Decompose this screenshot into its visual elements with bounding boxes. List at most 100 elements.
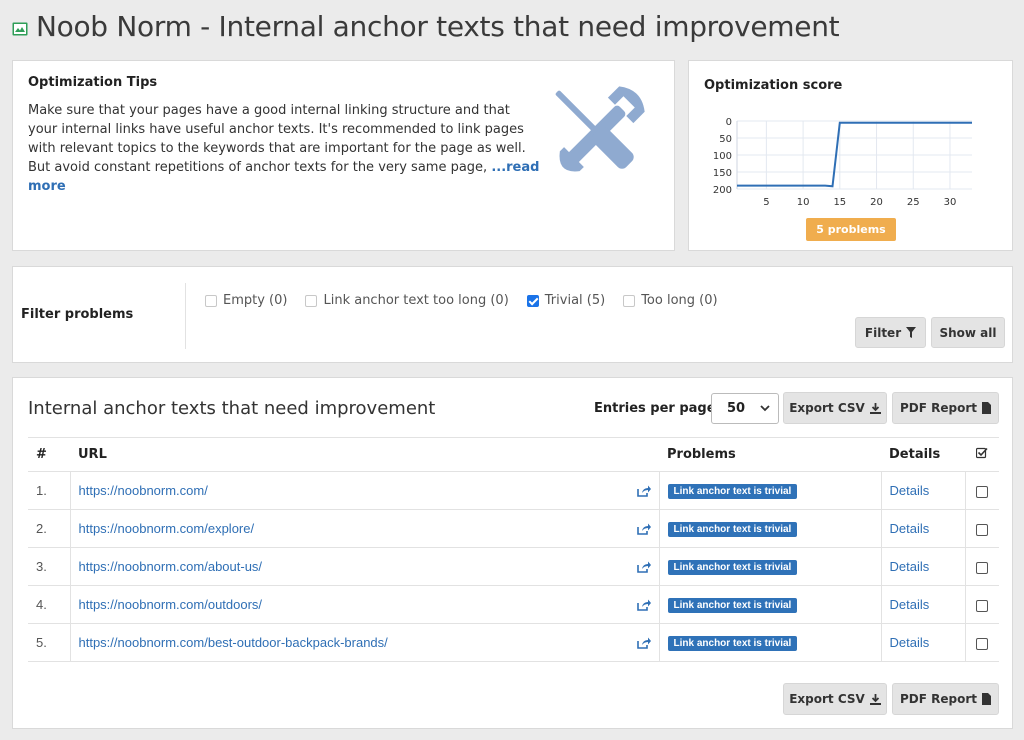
entries-per-page-select[interactable]: 50 bbox=[711, 393, 779, 424]
y-tick-label: 0 bbox=[726, 117, 732, 128]
external-link-icon[interactable] bbox=[636, 485, 651, 497]
column-header-number: # bbox=[28, 437, 70, 472]
details-link[interactable]: Details bbox=[890, 635, 930, 650]
funnel-icon bbox=[906, 327, 917, 338]
url-link[interactable]: https://noobnorm.com/outdoors/ bbox=[79, 597, 263, 612]
row-number: 1. bbox=[28, 471, 70, 510]
table-row: 1. https://noobnorm.com/ Link anchor tex… bbox=[28, 471, 999, 510]
image-icon bbox=[12, 22, 28, 35]
filter-option-empty[interactable]: Empty (0) bbox=[205, 293, 287, 308]
row-checkbox[interactable] bbox=[976, 599, 989, 612]
filter-button[interactable]: Filter bbox=[855, 317, 926, 348]
filter-option-label: Link anchor text too long (0) bbox=[323, 293, 509, 308]
export-csv-button-bottom[interactable]: Export CSV bbox=[783, 683, 887, 715]
chevron-down-icon bbox=[760, 405, 770, 412]
tips-text: Make sure that your pages have a good in… bbox=[28, 101, 543, 196]
x-tick-label: 15 bbox=[833, 197, 846, 208]
details-cell: Details bbox=[880, 471, 965, 510]
pdf-report-button-bottom[interactable]: PDF Report bbox=[892, 683, 999, 715]
select-cell bbox=[964, 547, 999, 586]
results-table: # URL Problems Details 1. https://noobno… bbox=[28, 437, 999, 662]
table-row: 2. https://noobnorm.com/explore/ Link an… bbox=[28, 509, 999, 548]
details-link[interactable]: Details bbox=[890, 483, 930, 498]
problems-cell: Link anchor text is trivial bbox=[658, 547, 881, 586]
column-header-select[interactable] bbox=[965, 437, 999, 472]
select-cell bbox=[964, 585, 999, 624]
tips-title: Optimization Tips bbox=[28, 75, 158, 90]
details-link[interactable]: Details bbox=[890, 521, 930, 536]
show-all-button[interactable]: Show all bbox=[931, 317, 1005, 348]
url-link[interactable]: https://noobnorm.com/about-us/ bbox=[79, 559, 263, 574]
url-link[interactable]: https://noobnorm.com/ bbox=[79, 483, 208, 498]
problem-badge: Link anchor text is trivial bbox=[667, 484, 798, 499]
row-number: 2. bbox=[28, 509, 70, 548]
external-link-icon[interactable] bbox=[636, 637, 651, 649]
optimization-tips-card: Optimization Tips Make sure that your pa… bbox=[12, 60, 675, 251]
details-cell: Details bbox=[880, 509, 965, 548]
tools-icon bbox=[555, 86, 645, 172]
url-link[interactable]: https://noobnorm.com/explore/ bbox=[79, 521, 255, 536]
results-table-card: Internal anchor texts that need improvem… bbox=[12, 377, 1013, 729]
column-header-details: Details bbox=[881, 437, 965, 472]
checkbox[interactable] bbox=[305, 294, 318, 307]
url-cell: https://noobnorm.com/outdoors/ bbox=[69, 585, 659, 624]
divider bbox=[185, 283, 186, 349]
y-tick-label: 50 bbox=[719, 134, 732, 145]
url-cell: https://noobnorm.com/explore/ bbox=[69, 509, 659, 548]
filter-option-too-long[interactable]: Too long (0) bbox=[623, 293, 718, 308]
download-icon bbox=[869, 402, 881, 414]
filter-button-label: Filter bbox=[864, 325, 902, 340]
problems-cell: Link anchor text is trivial bbox=[658, 509, 881, 548]
y-tick-label: 200 bbox=[713, 185, 732, 196]
filter-option-too-long-anchor[interactable]: Link anchor text too long (0) bbox=[305, 293, 509, 308]
x-tick-label: 10 bbox=[797, 197, 810, 208]
check-square-icon[interactable] bbox=[975, 447, 988, 459]
checkbox[interactable] bbox=[205, 294, 217, 307]
url-cell: https://noobnorm.com/ bbox=[69, 471, 659, 510]
row-checkbox[interactable] bbox=[976, 637, 989, 650]
checkbox[interactable] bbox=[623, 294, 636, 307]
export-csv-label: Export CSV bbox=[789, 692, 865, 706]
filter-option-trivial[interactable]: Trivial (5) bbox=[526, 293, 606, 308]
table-row: 3. https://noobnorm.com/about-us/ Link a… bbox=[28, 547, 999, 586]
details-link[interactable]: Details bbox=[890, 559, 930, 574]
score-title: Optimization score bbox=[704, 78, 843, 93]
column-header-problems: Problems bbox=[659, 437, 881, 472]
x-tick-label: 5 bbox=[763, 197, 769, 208]
url-link[interactable]: https://noobnorm.com/best-outdoor-backpa… bbox=[79, 635, 388, 650]
row-checkbox[interactable] bbox=[976, 523, 989, 536]
url-cell: https://noobnorm.com/best-outdoor-backpa… bbox=[69, 623, 659, 662]
x-tick-label: 20 bbox=[870, 197, 883, 208]
row-checkbox[interactable] bbox=[976, 561, 989, 574]
pdf-report-label: PDF Report bbox=[900, 692, 977, 706]
export-csv-button[interactable]: Export CSV bbox=[783, 392, 887, 424]
export-csv-label: Export CSV bbox=[789, 401, 865, 415]
problems-cell: Link anchor text is trivial bbox=[658, 471, 881, 510]
file-icon bbox=[982, 402, 991, 414]
external-link-icon[interactable] bbox=[636, 523, 651, 535]
select-cell bbox=[964, 509, 999, 548]
row-number: 3. bbox=[28, 547, 70, 586]
page-title: Noob Norm - Internal anchor texts that n… bbox=[36, 10, 840, 43]
page-header: Noob Norm - Internal anchor texts that n… bbox=[12, 10, 840, 43]
row-number: 5. bbox=[28, 623, 70, 662]
details-link[interactable]: Details bbox=[890, 597, 930, 612]
file-icon bbox=[982, 693, 991, 705]
details-cell: Details bbox=[880, 585, 965, 624]
checkbox-checked[interactable] bbox=[526, 294, 539, 307]
external-link-icon[interactable] bbox=[636, 599, 651, 611]
filter-options: Empty (0) Link anchor text too long (0) … bbox=[205, 293, 736, 308]
filter-option-label: Trivial (5) bbox=[544, 293, 606, 308]
optimization-score-card: Optimization score 0 50 100 150 200 5 10 15 20 25… bbox=[688, 60, 1013, 251]
problems-count-badge[interactable]: 5 problems bbox=[806, 218, 896, 241]
filter-label: Filter problems bbox=[21, 307, 134, 322]
external-link-icon[interactable] bbox=[636, 561, 651, 573]
pdf-report-button[interactable]: PDF Report bbox=[892, 392, 999, 424]
details-cell: Details bbox=[880, 547, 965, 586]
problem-badge: Link anchor text is trivial bbox=[667, 522, 798, 537]
table-title: Internal anchor texts that need improvem… bbox=[28, 398, 436, 419]
entries-per-page-label: Entries per page: bbox=[594, 401, 721, 416]
table-header-row: # URL Problems Details bbox=[28, 437, 999, 472]
row-checkbox[interactable] bbox=[976, 485, 989, 498]
problems-cell: Link anchor text is trivial bbox=[658, 623, 881, 662]
